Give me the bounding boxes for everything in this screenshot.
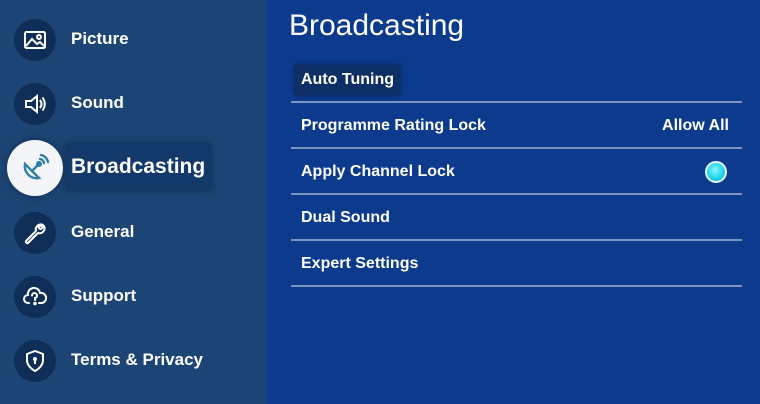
sidebar-item-sound[interactable]: Sound bbox=[0, 78, 266, 130]
sidebar-item-support[interactable]: Support bbox=[0, 271, 266, 323]
picture-icon bbox=[14, 19, 56, 61]
settings-panel: Broadcasting Auto Tuning Programme Ratin… bbox=[266, 0, 760, 404]
sidebar-item-broadcasting[interactable]: Broadcasting bbox=[0, 140, 266, 196]
menu-item-label: Apply Channel Lock bbox=[301, 163, 455, 180]
shield-lock-icon bbox=[14, 340, 56, 382]
sidebar-item-terms-privacy[interactable]: Terms & Privacy bbox=[0, 335, 266, 387]
menu-item-label: Dual Sound bbox=[301, 209, 390, 226]
sidebar-item-label: Sound bbox=[71, 93, 124, 112]
satellite-dish-icon bbox=[7, 140, 63, 196]
menu-item-label: Programme Rating Lock bbox=[301, 117, 486, 134]
menu-item-label: Expert Settings bbox=[301, 255, 419, 272]
menu-item-dual-sound[interactable]: Dual Sound bbox=[291, 195, 742, 241]
speaker-icon bbox=[14, 83, 56, 125]
menu-item-label: Auto Tuning bbox=[295, 65, 400, 95]
wrench-icon bbox=[14, 212, 56, 254]
menu-item-expert-settings[interactable]: Expert Settings bbox=[291, 241, 742, 287]
menu-item-auto-tuning[interactable]: Auto Tuning bbox=[291, 57, 742, 103]
sidebar-item-label: Support bbox=[71, 286, 137, 305]
page-title: Broadcasting bbox=[289, 9, 465, 42]
cloud-question-icon bbox=[14, 276, 56, 318]
sidebar-item-general[interactable]: General bbox=[0, 207, 266, 259]
sidebar-item-label: Terms & Privacy bbox=[71, 350, 203, 369]
sidebar-item-picture[interactable]: Picture bbox=[0, 14, 266, 66]
menu-item-programme-rating-lock[interactable]: Programme Rating Lock Allow All bbox=[291, 103, 742, 149]
sidebar: Picture Sound Broadcasting General Suppo… bbox=[0, 0, 266, 404]
menu-item-value: Allow All bbox=[662, 117, 729, 134]
sidebar-item-label: Picture bbox=[71, 29, 129, 48]
toggle-on-indicator[interactable] bbox=[705, 161, 727, 183]
sidebar-item-label: General bbox=[71, 222, 135, 241]
sidebar-item-label: Broadcasting bbox=[66, 143, 212, 191]
menu-item-apply-channel-lock[interactable]: Apply Channel Lock bbox=[291, 149, 742, 195]
